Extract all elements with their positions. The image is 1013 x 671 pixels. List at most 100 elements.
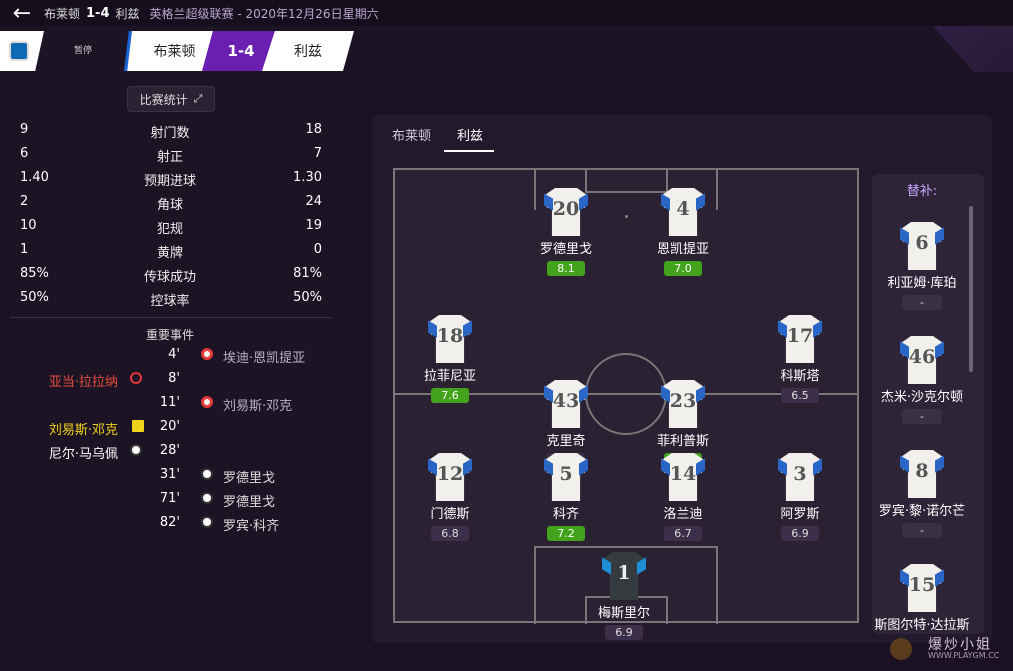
player-name: 菲利普斯 <box>656 434 709 449</box>
penalty-box-bottom-left <box>534 546 536 624</box>
player-card[interactable]: 14 洛兰迪 6.7 <box>628 453 738 541</box>
topbar-home-team: 布莱顿 <box>44 6 81 21</box>
player-rating: - <box>902 409 942 424</box>
player-rating: 6.9 <box>781 526 819 541</box>
penalty-box-bottom-top <box>534 546 718 548</box>
event-row: 4' 埃迪·恩凯提亚 <box>0 344 340 368</box>
event-minute: 4' <box>168 347 180 362</box>
event-away-player: 埃迪·恩凯提亚 <box>223 351 306 366</box>
stat-row: 50% 控球率 50% <box>0 286 340 310</box>
player-card[interactable]: 6 利亚姆·库珀 - <box>872 222 972 310</box>
stat-label: 射门数 <box>150 126 190 141</box>
player-rating: 7.2 <box>547 526 585 541</box>
player-card[interactable]: 12 门德斯 6.8 <box>395 453 505 541</box>
back-arrow-icon[interactable]: ← <box>0 0 44 26</box>
player-name: 梅斯里尔 <box>597 606 650 621</box>
shirt-number: 46 <box>908 346 936 368</box>
player-name: 利亚姆·库珀 <box>887 276 957 291</box>
shirt-icon: 4 <box>661 188 705 236</box>
player-name: 克里奇 <box>546 434 586 449</box>
topbar-match-info: 英格兰超级联赛 - 2020年12月26日星期六 <box>149 6 379 21</box>
event-minute: 31' <box>159 467 180 482</box>
substitution-icon <box>130 372 142 384</box>
event-row: 刘易斯·邓克 20' <box>0 416 340 440</box>
watermark-logo-icon <box>890 638 912 660</box>
player-rating: - <box>902 523 942 538</box>
goal-icon <box>201 492 213 504</box>
match-stats-label: 比赛统计 <box>139 92 188 107</box>
player-card[interactable]: 17 科斯塔 6.5 <box>745 315 855 403</box>
tab-home-team[interactable]: 布莱顿 <box>392 125 431 144</box>
goal-icon <box>201 468 213 480</box>
stat-row: 10 犯规 19 <box>0 214 340 238</box>
stat-label: 射正 <box>156 150 183 165</box>
event-row: 82' 罗宾·科齐 <box>0 512 340 536</box>
shirt-number: 3 <box>793 463 807 485</box>
topbar-score: 1-4 <box>86 5 110 21</box>
player-card[interactable]: 5 科齐 7.2 <box>511 453 621 541</box>
event-minute: 28' <box>159 443 180 458</box>
match-status: 暂停 <box>74 46 93 56</box>
player-card[interactable]: 1 梅斯里尔 6.9 <box>569 552 679 640</box>
stat-label: 传球成功 <box>143 270 196 285</box>
event-home-player: 刘易斯·邓克 <box>48 423 118 438</box>
topbar-away-team: 利兹 <box>115 6 140 21</box>
stat-row: 9 射门数 18 <box>0 118 340 142</box>
player-name: 罗宾·黎·诺尔芒 <box>878 504 966 519</box>
yellow-card-icon <box>132 420 144 432</box>
event-minute: 11' <box>159 395 180 410</box>
divider <box>10 317 332 318</box>
shirt-number: 5 <box>559 463 573 485</box>
stat-label: 角球 <box>156 198 183 213</box>
event-away-player: 刘易斯·邓克 <box>223 399 293 414</box>
player-name: 洛兰迪 <box>663 507 703 522</box>
player-card[interactable]: 3 阿罗斯 6.9 <box>745 453 855 541</box>
stat-away-value: 24 <box>305 194 322 209</box>
shirt-icon: 18 <box>428 315 472 363</box>
goal-icon <box>130 444 142 456</box>
shirt-number: 20 <box>552 198 580 220</box>
stat-label: 预期进球 <box>143 174 196 189</box>
player-name: 门德斯 <box>430 507 470 522</box>
player-rating: 7.6 <box>431 388 469 403</box>
events-title: 重要事件 <box>145 328 194 342</box>
event-row: 71' 罗德里戈 <box>0 488 340 512</box>
shirt-icon: 8 <box>900 450 944 498</box>
match-stats-button[interactable]: 比赛统计 ⤢ <box>127 86 215 112</box>
player-card[interactable]: 20 罗德里戈 8.1 <box>511 188 621 276</box>
player-rating: - <box>902 295 942 310</box>
shirt-number: 23 <box>669 390 697 412</box>
shirt-icon: 23 <box>661 380 705 428</box>
event-away-player: 罗德里戈 <box>223 471 276 486</box>
stat-away-value: 0 <box>313 242 322 257</box>
stat-row: 6 射正 7 <box>0 142 340 166</box>
player-rating: 6.9 <box>605 625 643 640</box>
player-rating: 8.1 <box>547 261 585 276</box>
shirt-number: 18 <box>436 325 464 347</box>
stat-row: 2 角球 24 <box>0 190 340 214</box>
active-tab-indicator <box>444 150 494 152</box>
shirt-icon: 5 <box>544 453 588 501</box>
tab-away-team[interactable]: 利兹 <box>457 125 483 144</box>
goal-red-icon <box>201 348 213 360</box>
player-card[interactable]: 46 杰米·沙克尔顿 - <box>872 336 972 424</box>
player-name: 科齐 <box>552 507 579 522</box>
event-home-player: 尼尔·马乌佩 <box>48 447 118 462</box>
player-card[interactable]: 4 恩凯提亚 7.0 <box>628 188 738 276</box>
event-row: 31' 罗德里戈 <box>0 464 340 488</box>
shirt-icon: 43 <box>544 380 588 428</box>
player-name: 恩凯提亚 <box>656 242 709 257</box>
shirt-icon: 14 <box>661 453 705 501</box>
player-card[interactable]: 18 拉菲尼亚 7.6 <box>395 315 505 403</box>
club-badge-icon <box>0 31 44 71</box>
player-card[interactable]: 8 罗宾·黎·诺尔芒 - <box>872 450 972 538</box>
shirt-number: 14 <box>669 463 697 485</box>
stat-label: 黄牌 <box>156 246 183 261</box>
expand-icon: ⤢ <box>193 92 203 105</box>
event-minute: 82' <box>159 515 180 530</box>
player-card[interactable]: 15 斯图尔特·达拉斯 <box>872 564 972 633</box>
stat-row: 1.40 预期进球 1.30 <box>0 166 340 190</box>
top-bar: ← 布莱顿 1-4 利兹 英格兰超级联赛 - 2020年12月26日星期六 <box>0 0 1013 26</box>
shirt-number: 43 <box>552 390 580 412</box>
stat-away-value: 1.30 <box>293 170 322 185</box>
